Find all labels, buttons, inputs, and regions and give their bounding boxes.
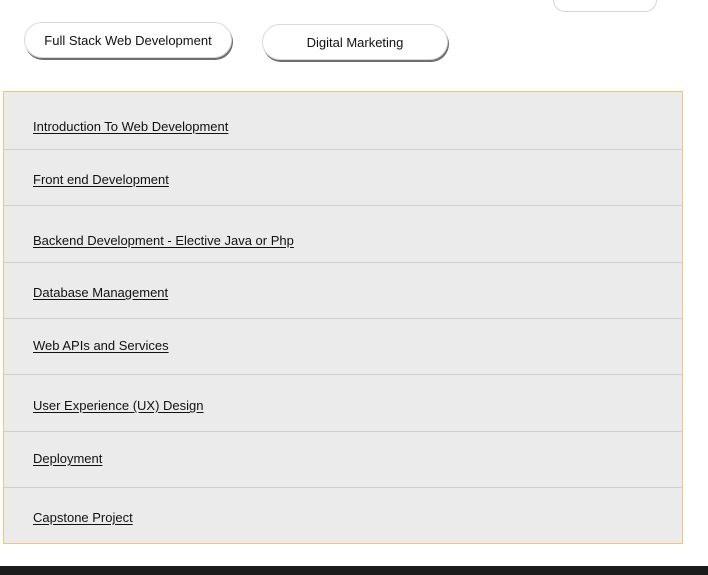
partial-button-top[interactable] [553,0,657,12]
curriculum-link-introduction[interactable]: Introduction To Web Development [33,119,228,134]
curriculum-link-database[interactable]: Database Management [33,285,168,300]
list-item: Deployment [4,432,683,488]
curriculum-link-deployment[interactable]: Deployment [33,451,102,466]
tab-digital-marketing[interactable]: Digital Marketing [262,24,448,60]
tab-label: Digital Marketing [306,34,404,50]
list-item: Introduction To Web Development [4,92,683,150]
list-item: Front end Development [4,150,683,206]
list-item: User Experience (UX) Design [4,375,683,432]
tab-full-stack-web-development[interactable]: Full Stack Web Development [24,22,232,58]
curriculum-link-front-end[interactable]: Front end Development [33,172,169,187]
list-item: Database Management [4,263,683,319]
curriculum-link-ux-design[interactable]: User Experience (UX) Design [33,398,204,413]
list-item: Web APIs and Services [4,319,683,375]
curriculum-link-capstone[interactable]: Capstone Project [33,510,133,525]
page: Full Stack Web Development Digital Marke… [0,0,708,575]
list-item: Backend Development - Elective Java or P… [4,206,683,263]
footer-bar [0,566,708,575]
tab-label: Full Stack Web Development [44,32,212,48]
curriculum-link-web-apis[interactable]: Web APIs and Services [33,338,169,353]
curriculum-list: Introduction To Web Development Front en… [3,91,683,544]
curriculum-link-backend[interactable]: Backend Development - Elective Java or P… [33,233,294,248]
list-item: Capstone Project [4,488,683,544]
